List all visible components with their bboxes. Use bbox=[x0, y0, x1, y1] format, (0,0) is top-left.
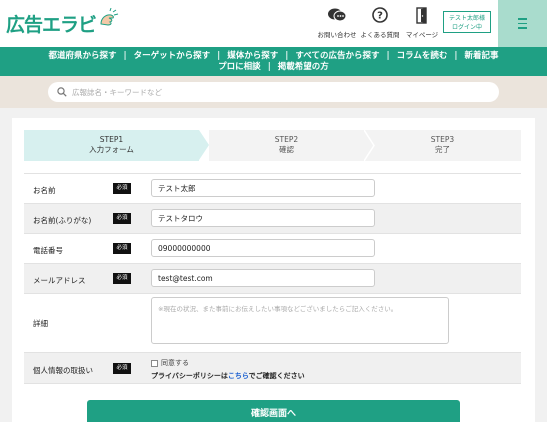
header-nav-contact-label: お問い合わせ bbox=[317, 31, 357, 39]
confirm-button[interactable]: 確認画面へ bbox=[87, 400, 460, 422]
question-circle-icon: ? bbox=[372, 6, 388, 24]
nav-item-prefecture[interactable]: 都道府県から探す bbox=[42, 51, 124, 61]
search-input[interactable] bbox=[72, 87, 472, 97]
form-row-phone: 電話番号 必須 bbox=[24, 233, 521, 263]
agree-label[interactable]: 同意する bbox=[161, 359, 189, 367]
header-nav-faq[interactable]: ? よくある質問 bbox=[356, 6, 404, 39]
chat-bubbles-icon bbox=[327, 6, 347, 24]
nav-item-target[interactable]: ターゲットから探す bbox=[127, 51, 218, 61]
header-nav-contact[interactable]: お問い合わせ bbox=[313, 6, 361, 39]
policy-suffix: でご確認ください bbox=[248, 372, 305, 380]
email-input[interactable] bbox=[151, 269, 375, 287]
door-icon bbox=[415, 6, 429, 24]
nav-separator: | bbox=[285, 51, 289, 61]
step-1-arrow bbox=[199, 130, 209, 160]
nav-separator: | bbox=[267, 62, 271, 72]
privacy-policy-text: プライバシーポリシーはこちらでご確認ください bbox=[151, 371, 305, 381]
step-2-arrow bbox=[364, 130, 375, 161]
detail-label: 詳細 bbox=[33, 319, 48, 328]
step-1-label: 入力フォーム bbox=[89, 145, 134, 154]
step-2-number: STEP2 bbox=[274, 135, 299, 144]
form-row-detail: 詳細 bbox=[24, 293, 521, 352]
phone-input[interactable] bbox=[151, 239, 375, 257]
login-status-text: ログイン中 bbox=[451, 24, 482, 31]
detail-textarea[interactable] bbox=[151, 297, 449, 344]
name-label: お名前 bbox=[33, 186, 56, 195]
phone-label: 電話番号 bbox=[33, 246, 63, 255]
global-nav-row-2: プロに相談 | 掲載希望の方 bbox=[0, 62, 547, 72]
nav-item-media[interactable]: 媒体から探す bbox=[220, 51, 285, 61]
hamburger-line bbox=[518, 27, 527, 29]
agree-checkbox[interactable] bbox=[151, 359, 158, 367]
form-row-privacy: 個人情報の取扱い 必須 同意する プライバシーポリシーはこちらでご確認ください bbox=[24, 352, 521, 384]
required-badge: 必須 bbox=[113, 363, 131, 374]
login-status-badge[interactable]: テスト太郎様 ログイン中 bbox=[443, 11, 491, 33]
hamburger-line bbox=[518, 22, 527, 25]
header-nav-faq-label: よくある質問 bbox=[360, 31, 400, 39]
step-3-label: 完了 bbox=[435, 145, 450, 154]
name-input[interactable] bbox=[151, 179, 375, 197]
step-3: STEP3 完了 bbox=[364, 130, 521, 161]
nav-item-consult[interactable]: プロに相談 bbox=[211, 62, 268, 72]
required-badge: 必須 bbox=[113, 243, 131, 254]
nav-item-all-ads[interactable]: すべての広告から探す bbox=[288, 51, 386, 61]
nav-separator: | bbox=[123, 51, 127, 61]
site-header: 広告エラビ お問い合わせ ? よくある質問 マイページ テスト太郎様 ログイン中 bbox=[0, 0, 547, 47]
search-band bbox=[0, 76, 547, 108]
site-logo[interactable]: 広告エラビ bbox=[6, 8, 119, 37]
nav-item-listing[interactable]: 掲載希望の方 bbox=[271, 62, 336, 72]
nav-item-column[interactable]: コラムを読む bbox=[390, 51, 455, 61]
logo-text: 広告エラビ bbox=[6, 13, 97, 36]
step-1: STEP1 入力フォーム bbox=[24, 130, 199, 161]
svg-text:?: ? bbox=[377, 11, 383, 22]
search-box[interactable] bbox=[48, 82, 499, 102]
required-badge: 必須 bbox=[113, 273, 131, 284]
email-label: メールアドレス bbox=[33, 276, 86, 285]
nav-separator: | bbox=[454, 51, 458, 61]
nav-separator: | bbox=[217, 51, 221, 61]
step-indicator: STEP1 入力フォーム STEP2 確認 STEP3 完了 bbox=[24, 130, 521, 161]
step-2: STEP2 確認 bbox=[209, 130, 364, 161]
nav-separator: | bbox=[386, 51, 390, 61]
global-nav: 都道府県から探す | ターゲットから探す | 媒体から探す | すべての広告から… bbox=[0, 47, 547, 76]
hamburger-menu-icon bbox=[518, 18, 527, 20]
header-nav-mypage-label: マイページ bbox=[405, 31, 439, 39]
required-badge: 必須 bbox=[113, 213, 131, 224]
hand-pointer-icon bbox=[100, 8, 119, 26]
step-2-label: 確認 bbox=[279, 145, 294, 154]
contact-form-card: STEP1 入力フォーム STEP2 確認 STEP3 完了 お名前 必須 お名… bbox=[12, 118, 535, 422]
search-icon bbox=[57, 87, 67, 97]
privacy-consent: 同意する プライバシーポリシーはこちらでご確認ください bbox=[151, 358, 305, 381]
global-nav-row-1: 都道府県から探す | ターゲットから探す | 媒体から探す | すべての広告から… bbox=[0, 51, 547, 61]
header-nav-mypage[interactable]: マイページ bbox=[398, 6, 446, 39]
nav-item-new-articles[interactable]: 新着記事 bbox=[457, 51, 505, 61]
form-row-name: お名前 必須 bbox=[24, 173, 521, 203]
privacy-policy-link[interactable]: こちら bbox=[228, 372, 249, 380]
form-row-furigana: お名前(ふりがな) 必須 bbox=[24, 203, 521, 233]
form-row-email: メールアドレス 必須 bbox=[24, 263, 521, 293]
hamburger-menu-button[interactable] bbox=[498, 0, 547, 47]
furigana-input[interactable] bbox=[151, 209, 375, 227]
step-3-number: STEP3 bbox=[430, 135, 455, 144]
step-1-number: STEP1 bbox=[99, 135, 124, 144]
login-user-name: テスト太郎様 bbox=[448, 15, 485, 22]
policy-prefix: プライバシーポリシーは bbox=[151, 372, 228, 380]
privacy-label: 個人情報の取扱い bbox=[33, 366, 93, 375]
furigana-label: お名前(ふりがな) bbox=[33, 216, 92, 225]
required-badge: 必須 bbox=[113, 183, 131, 194]
